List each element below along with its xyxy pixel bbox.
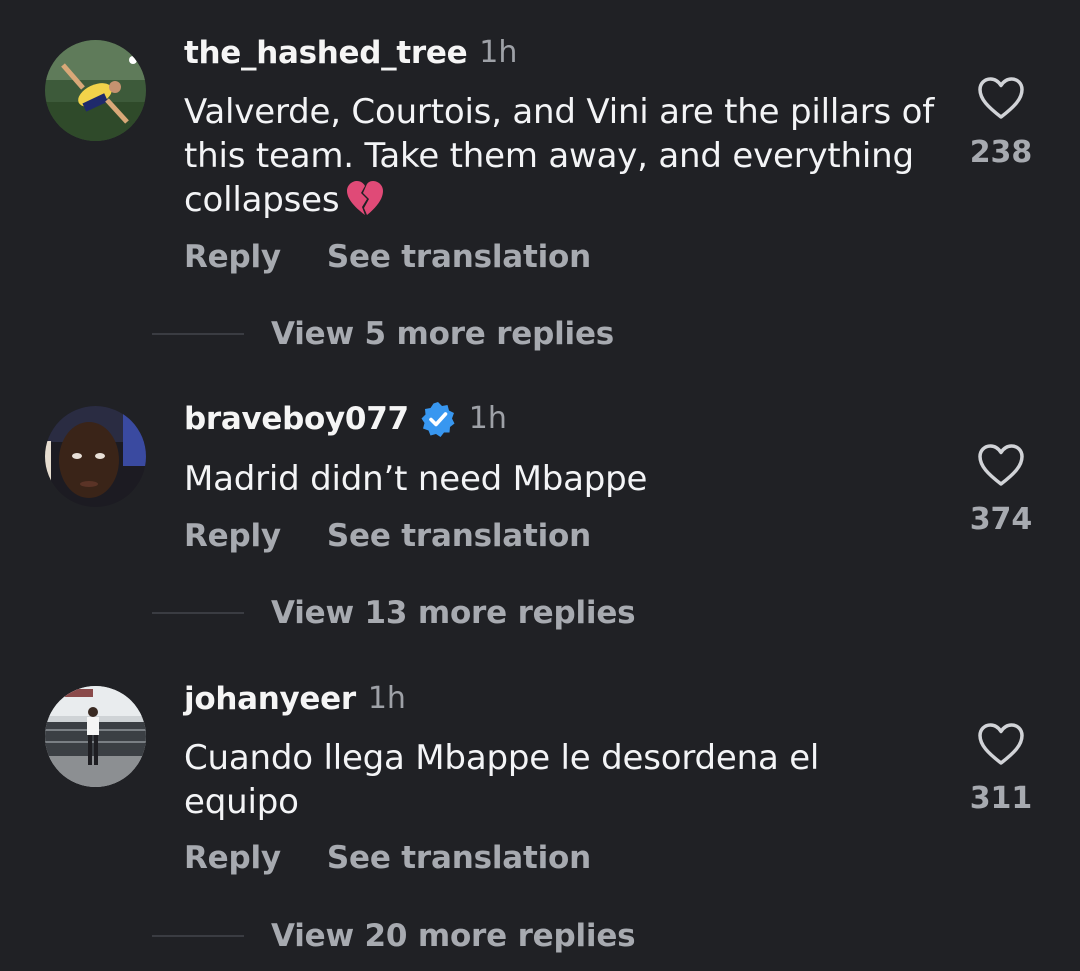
like-count: 374: [969, 502, 1033, 537]
comment-header: johanyeer 1h: [184, 679, 406, 719]
comment-actions: Reply See translation: [184, 516, 591, 556]
reply-button[interactable]: Reply: [184, 237, 281, 277]
timestamp: 1h: [468, 401, 507, 436]
divider: [152, 612, 244, 614]
view-more-replies-button[interactable]: View 5 more replies: [152, 314, 614, 354]
comment-header: braveboy077 1h: [184, 399, 507, 439]
heart-outline-icon[interactable]: [976, 721, 1026, 767]
view-more-replies-label: View 13 more replies: [271, 595, 636, 631]
reply-button[interactable]: Reply: [184, 516, 281, 556]
like-count: 311: [969, 781, 1033, 816]
view-more-replies-button[interactable]: View 20 more replies: [152, 916, 636, 956]
see-translation-button[interactable]: See translation: [327, 516, 591, 556]
comment-actions: Reply See translation: [184, 838, 591, 878]
comment-body: Cuando llega Mbappe le desordena el equi…: [184, 738, 820, 822]
timestamp: 1h: [367, 681, 406, 716]
comment-text: Cuando llega Mbappe le desordena el equi…: [184, 736, 944, 824]
see-translation-button[interactable]: See translation: [327, 838, 591, 878]
broken-heart-icon: [345, 179, 385, 219]
reply-button[interactable]: Reply: [184, 838, 281, 878]
avatar[interactable]: [45, 686, 146, 787]
see-translation-button[interactable]: See translation: [327, 237, 591, 277]
avatar[interactable]: [45, 40, 146, 141]
view-more-replies-button[interactable]: View 13 more replies: [152, 593, 636, 633]
divider: [152, 935, 244, 937]
like-control: 311: [958, 721, 1044, 817]
like-control: 374: [958, 442, 1044, 538]
verified-badge-icon: [419, 400, 457, 438]
comment-text: Valverde, Courtois, and Vini are the pil…: [184, 90, 944, 222]
username[interactable]: the_hashed_tree: [184, 33, 468, 73]
comment-actions: Reply See translation: [184, 237, 591, 277]
comment-text: Madrid didn’t need Mbappe: [184, 457, 944, 501]
comment-body: Valverde, Courtois, and Vini are the pil…: [184, 92, 934, 220]
comment-header: the_hashed_tree 1h: [184, 33, 517, 73]
comment-body: Madrid didn’t need Mbappe: [184, 459, 648, 499]
avatar[interactable]: [45, 406, 146, 507]
divider: [152, 333, 244, 335]
heart-outline-icon[interactable]: [976, 442, 1026, 488]
view-more-replies-label: View 20 more replies: [271, 918, 636, 954]
heart-outline-icon[interactable]: [976, 75, 1026, 121]
username[interactable]: johanyeer: [184, 679, 356, 719]
username[interactable]: braveboy077: [184, 399, 409, 439]
like-count: 238: [969, 135, 1033, 170]
like-control: 238: [958, 75, 1044, 171]
timestamp: 1h: [479, 35, 518, 70]
view-more-replies-label: View 5 more replies: [271, 316, 615, 352]
